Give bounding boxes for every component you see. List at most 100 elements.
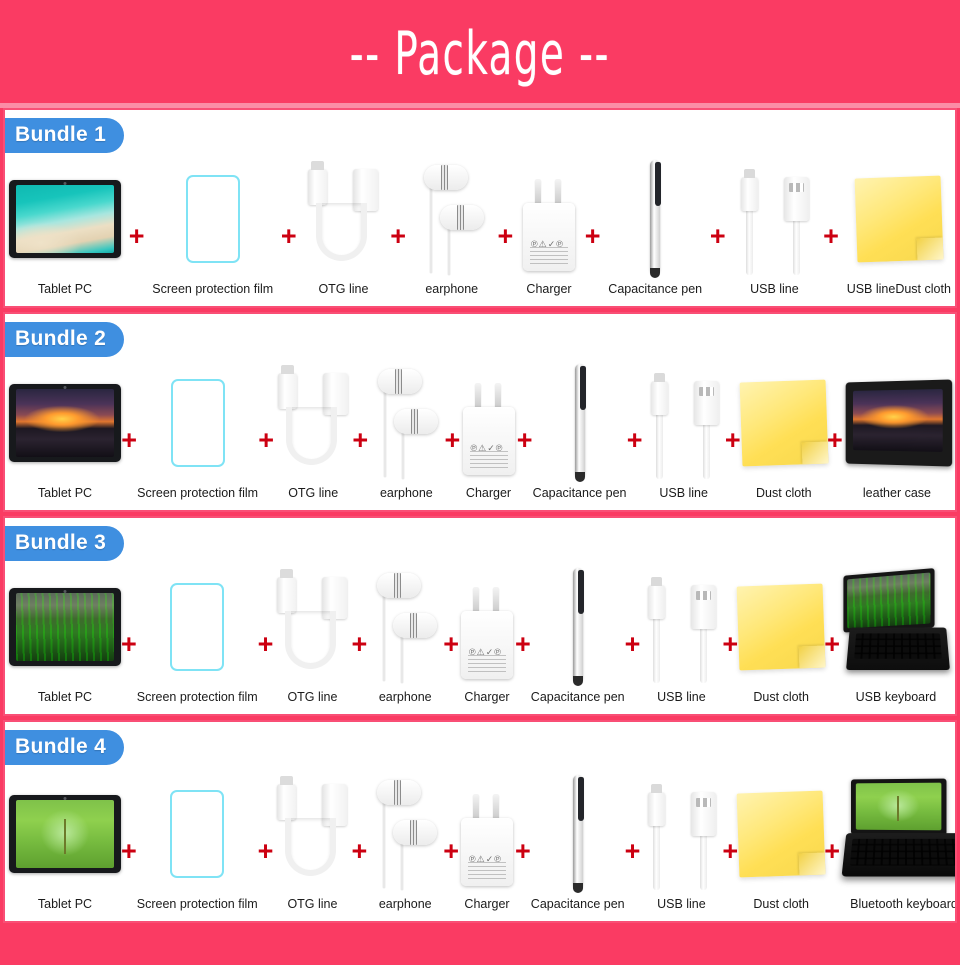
usb-cable-icon — [640, 778, 722, 890]
plus-separator-icon: + — [351, 836, 368, 866]
plus-separator-icon: + — [257, 836, 274, 866]
item-label: Charger — [464, 897, 510, 911]
plus-separator-icon: + — [444, 425, 461, 455]
earphone-icon — [368, 365, 444, 481]
bundle-item: Screen protection film — [137, 363, 258, 506]
bundle-item: ℗⚠✓℗ Charger — [521, 159, 577, 302]
item-artwork — [274, 363, 352, 483]
item-artwork — [137, 567, 258, 687]
dust-cloth-icon — [736, 583, 826, 671]
otg-cable-icon — [274, 365, 352, 477]
page-title: -- Package -- — [349, 19, 611, 89]
plus-separator-icon: + — [824, 629, 840, 659]
item-artwork — [9, 159, 121, 279]
charger-icon: ℗⚠✓℗ — [521, 167, 577, 271]
item-artwork — [9, 363, 121, 483]
bundle-item: USB keyboard — [840, 567, 952, 710]
item-artwork — [152, 159, 273, 279]
item-artwork — [9, 774, 121, 894]
plus-separator-icon: + — [352, 425, 369, 455]
bundle-item: USB line — [640, 567, 722, 710]
bundle-item: OTG line — [274, 363, 352, 506]
bundle-item: Tablet PC — [9, 363, 121, 506]
bundle-item: Screen protection film — [137, 774, 258, 917]
item-label: Screen protection film — [136, 690, 258, 704]
item-label: Screen protection film — [137, 486, 259, 500]
plus-separator-icon: + — [390, 221, 406, 251]
item-artwork — [608, 159, 702, 279]
stylus-pen-icon — [567, 564, 589, 690]
screen-film-icon — [185, 175, 240, 263]
item-label: leather case — [862, 486, 932, 500]
earphone-icon — [414, 161, 490, 277]
bundle-item: USB line — [643, 363, 725, 506]
plus-separator-icon: + — [709, 221, 726, 251]
stylus-pen-icon — [644, 156, 666, 282]
dust-cloth-icon — [854, 175, 944, 263]
item-label: Dust cloth — [753, 690, 809, 704]
tablet-sunset-icon — [9, 384, 121, 462]
bundle-item: Dust cloth — [739, 363, 829, 506]
earphone-icon — [367, 776, 443, 892]
bundle-badge: Bundle 4 — [5, 730, 125, 765]
plus-separator-icon: + — [258, 425, 275, 455]
item-label: Capacitance pen — [608, 282, 703, 296]
plus-separator-icon: + — [351, 629, 368, 659]
item-label: USB keyboard — [855, 690, 937, 704]
plus-separator-icon: + — [121, 836, 137, 866]
plus-separator-icon: + — [823, 221, 839, 251]
leather-case-icon — [843, 379, 953, 467]
bundle-items: Tablet PC + Screen protection film + OTG lin… — [5, 722, 955, 921]
item-artwork — [273, 774, 351, 894]
item-artwork — [367, 774, 443, 894]
item-artwork — [736, 567, 826, 687]
otg-cable-icon — [273, 776, 351, 888]
plus-separator-icon: + — [515, 836, 531, 866]
item-artwork — [533, 363, 627, 483]
bundle-item: Capacitance pen — [531, 567, 625, 710]
usb-cable-icon — [733, 163, 815, 275]
bundle-item: Tablet PC — [9, 159, 121, 302]
charger-icon: ℗⚠✓℗ — [459, 575, 515, 679]
bundle-item: earphone — [367, 774, 443, 917]
item-label: OTG line — [287, 690, 338, 704]
item-artwork: ℗⚠✓℗ — [459, 774, 515, 894]
usb-cable-icon — [643, 367, 725, 479]
plus-separator-icon: + — [121, 425, 137, 455]
bundle-item: Screen protection film — [152, 159, 273, 302]
bundle-items: Tablet PC + Screen protection film + OTG lin… — [5, 314, 955, 510]
screen-film-icon — [170, 379, 225, 467]
item-artwork — [414, 159, 490, 279]
plus-separator-icon: + — [280, 221, 297, 251]
plus-separator-icon: + — [626, 425, 643, 455]
item-artwork — [847, 159, 951, 279]
item-artwork — [304, 159, 382, 279]
item-artwork — [736, 774, 826, 894]
tablet-grass-icon — [9, 588, 121, 666]
bundle-list: Bundle 1 Tablet PC + Screen protection film… — [0, 108, 960, 923]
bundle-item: Dust cloth — [736, 774, 826, 917]
item-label: Dust cloth — [753, 897, 809, 911]
bundle-item: Tablet PC — [9, 774, 121, 917]
package-infographic: -- Package -- Bundle 1 Tablet PC + Screen p… — [0, 0, 960, 965]
item-artwork — [733, 159, 815, 279]
dust-cloth-icon — [739, 379, 829, 467]
bundle-items: Tablet PC + Screen protection film + OTG lin… — [5, 110, 955, 306]
item-label: Tablet PC — [37, 897, 93, 911]
item-artwork — [368, 363, 444, 483]
plus-separator-icon: + — [257, 629, 274, 659]
item-artwork: ℗⚠✓℗ — [521, 159, 577, 279]
plus-separator-icon: + — [497, 221, 514, 251]
item-label: USB line — [659, 486, 708, 500]
plus-separator-icon: + — [724, 425, 741, 455]
item-artwork — [640, 567, 722, 687]
earphone-icon — [367, 569, 443, 685]
bundle-row: Bundle 3 Tablet PC + Screen protection film… — [3, 516, 957, 716]
item-artwork — [640, 774, 722, 894]
screen-film-icon — [170, 583, 225, 671]
plus-separator-icon: + — [824, 836, 840, 866]
bundle-item: ℗⚠✓℗ Charger — [459, 774, 515, 917]
plus-separator-icon: + — [128, 221, 145, 251]
plus-separator-icon: + — [624, 629, 641, 659]
bundle-badge: Bundle 3 — [5, 526, 125, 561]
